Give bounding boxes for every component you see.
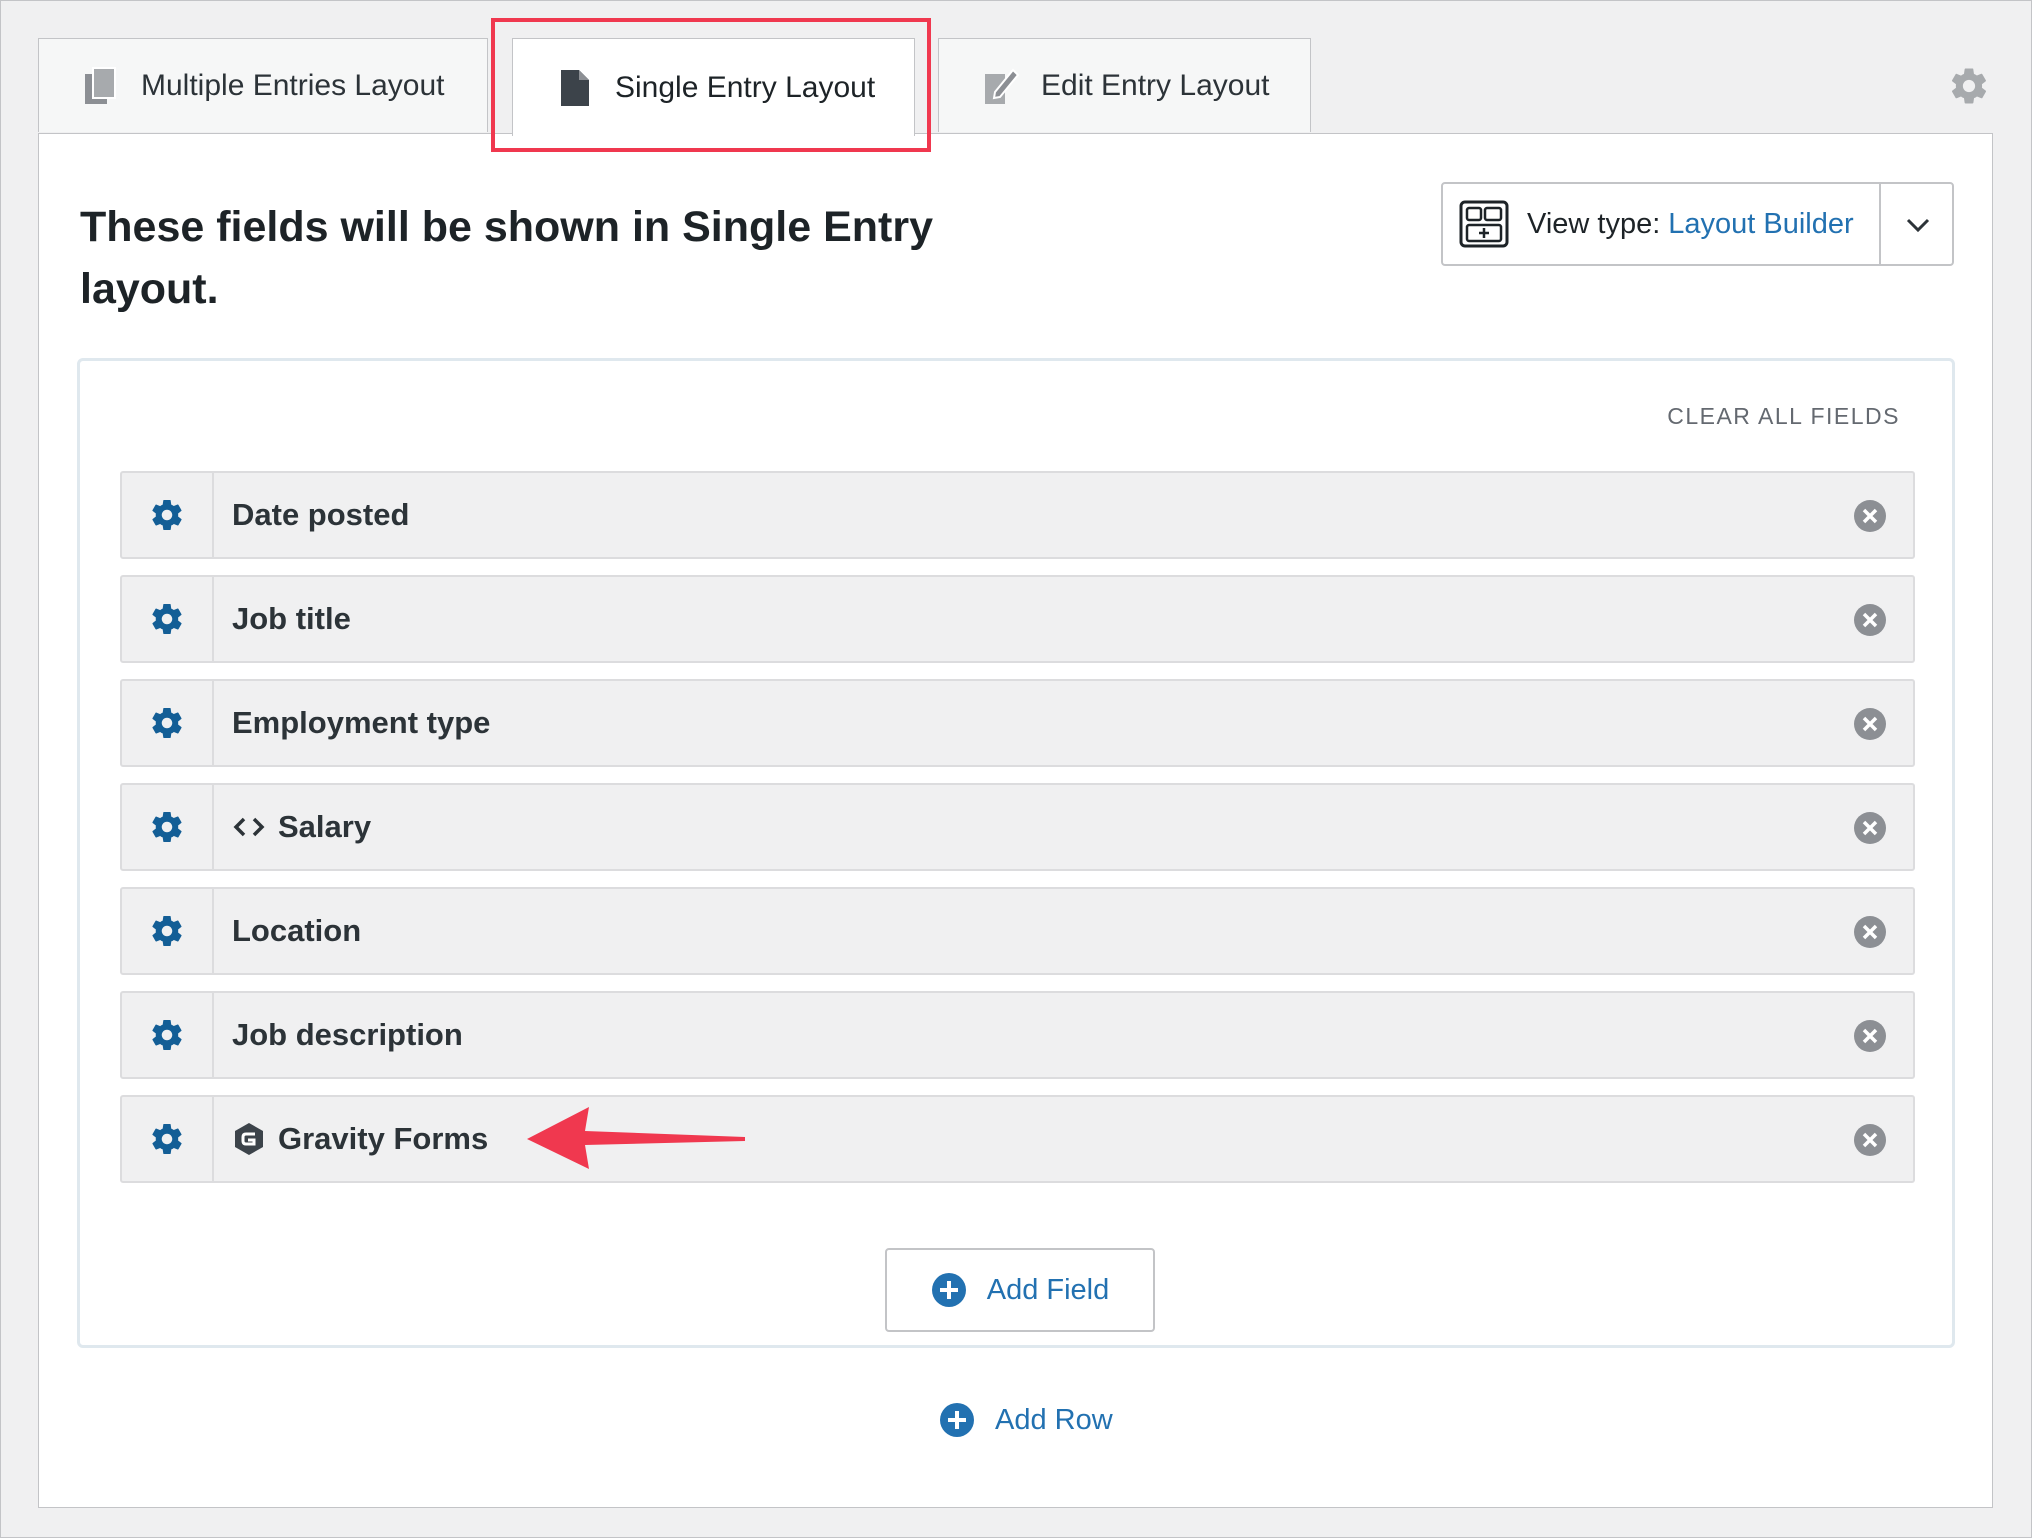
field-label: Employment type [232, 705, 490, 741]
remove-field-icon[interactable] [1853, 603, 1887, 637]
divider [1879, 184, 1881, 264]
field-label-text: Location [232, 913, 362, 948]
field-label: Date posted [232, 497, 409, 533]
remove-field-icon[interactable] [1853, 707, 1887, 741]
view-type-label: View type: [1527, 207, 1661, 240]
settings-gear-icon[interactable] [1948, 65, 1990, 107]
layout-builder-icon [1459, 200, 1509, 248]
tab-label: Single Entry Layout [615, 70, 876, 104]
edit-icon [983, 66, 1020, 106]
add-field-label: Add Field [986, 1273, 1110, 1306]
copy-icon [83, 66, 119, 106]
field-settings-button[interactable] [122, 681, 214, 765]
field-row[interactable]: Date posted [120, 471, 1915, 559]
field-label: Gravity Forms [232, 1121, 488, 1157]
field-settings-button[interactable] [122, 577, 214, 661]
plus-circle-icon [931, 1273, 966, 1307]
chevron-down-icon[interactable] [1905, 212, 1931, 238]
field-label-text: Date posted [232, 497, 410, 532]
remove-field-icon[interactable] [1853, 915, 1887, 949]
field-row[interactable]: Salary [120, 783, 1915, 871]
field-label-text: Employment type [232, 705, 491, 740]
remove-field-icon[interactable] [1853, 1123, 1887, 1157]
add-field-button[interactable]: Add Field [885, 1248, 1155, 1332]
view-type-value: Layout Builder [1668, 207, 1854, 240]
tab-single-entry-layout[interactable]: Single Entry Layout [512, 38, 915, 136]
gear-icon [152, 500, 182, 531]
field-settings-button[interactable] [122, 889, 214, 973]
remove-field-icon[interactable] [1853, 499, 1887, 533]
remove-field-icon[interactable] [1853, 811, 1887, 845]
layout-panel: These fields will be shown in Single Ent… [38, 133, 1993, 1508]
app-frame: Multiple Entries Layout Single Entry Lay… [0, 0, 2032, 1538]
field-label-text: Job title [232, 601, 351, 636]
clear-all-fields-button[interactable]: CLEAR ALL FIELDS [1667, 403, 1900, 430]
annotation-arrow-icon [527, 1107, 745, 1169]
gear-icon [152, 604, 182, 635]
field-row[interactable]: Job title [120, 575, 1915, 663]
field-label: Job title [232, 601, 351, 637]
gear-icon [152, 708, 182, 739]
field-label-text: Gravity Forms [278, 1121, 489, 1156]
gravity-forms-icon [235, 1123, 263, 1155]
field-label-text: Salary [278, 809, 372, 844]
fields-area: CLEAR ALL FIELDS Date posted Job title E… [77, 358, 1955, 1348]
tab-label: Edit Entry Layout [1041, 68, 1270, 102]
field-settings-button[interactable] [122, 1097, 214, 1181]
document-icon [557, 68, 593, 108]
code-icon [233, 817, 265, 837]
field-label: Location [232, 913, 361, 949]
field-settings-button[interactable] [122, 993, 214, 1077]
field-row[interactable]: Job description [120, 991, 1915, 1079]
gear-icon [152, 1020, 182, 1051]
field-row[interactable]: Employment type [120, 679, 1915, 767]
field-settings-button[interactable] [122, 473, 214, 557]
view-type-selector[interactable]: View type: Layout Builder [1441, 182, 1954, 266]
gear-icon [152, 812, 182, 843]
tab-edit-entry-layout[interactable]: Edit Entry Layout [938, 38, 1311, 132]
gear-icon [152, 916, 182, 947]
field-row[interactable]: Gravity Forms [120, 1095, 1915, 1183]
field-label: Salary [232, 809, 371, 845]
field-settings-button[interactable] [122, 785, 214, 869]
add-row-button[interactable]: Add Row [939, 1402, 1113, 1438]
field-label: Job description [232, 1017, 463, 1053]
tab-multiple-entries-layout[interactable]: Multiple Entries Layout [38, 38, 488, 132]
gear-icon [152, 1124, 182, 1155]
tab-label: Multiple Entries Layout [141, 68, 445, 102]
plus-circle-icon [940, 1403, 974, 1437]
add-row-label: Add Row [995, 1403, 1113, 1436]
field-label-text: Job description [232, 1017, 463, 1052]
remove-field-icon[interactable] [1853, 1019, 1887, 1053]
field-row[interactable]: Location [120, 887, 1915, 975]
page-title: These fields will be shown in Single Ent… [80, 203, 933, 313]
